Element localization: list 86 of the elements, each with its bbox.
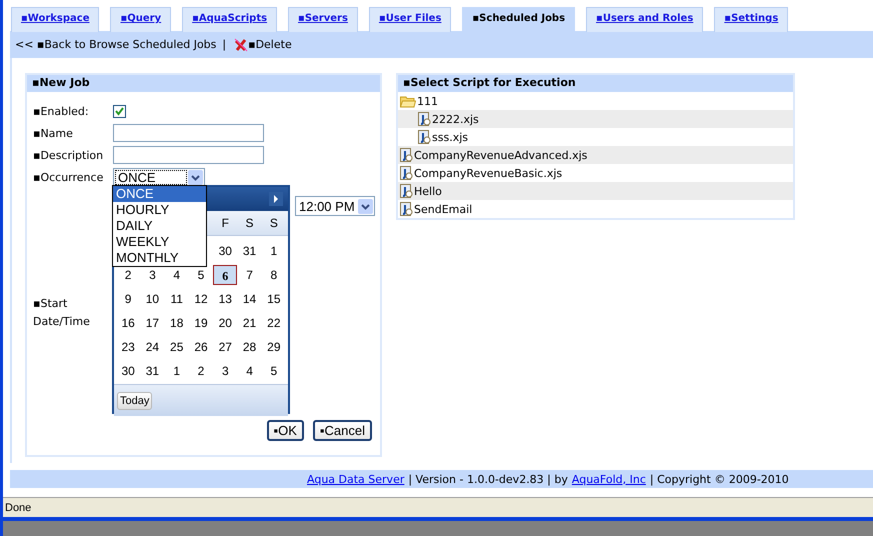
form-button[interactable]: ▪OK xyxy=(266,420,304,441)
calendar-day[interactable]: 19 xyxy=(188,316,214,330)
tree-item[interactable]: Hello xyxy=(413,184,442,198)
field-label: ▪Start Date/Time xyxy=(33,296,91,330)
calendar-day[interactable]: 31 xyxy=(237,244,262,258)
company-link[interactable]: AquaFold, Inc xyxy=(572,472,646,486)
calendar-day[interactable]: 25 xyxy=(164,340,189,354)
calendar-day[interactable]: 7 xyxy=(237,268,262,282)
calendar-day[interactable]: 5 xyxy=(262,364,286,378)
panel-title: ▪Select Script for Execution xyxy=(398,75,793,92)
tree-item[interactable]: 111 xyxy=(416,94,438,108)
version-text: | Version - 1.0.0-dev2.83 | by xyxy=(408,472,568,486)
tree-item[interactable]: 2222.xjs xyxy=(431,112,479,126)
calendar-day[interactable]: 24 xyxy=(140,340,165,354)
dropdown-option[interactable]: MONTHLY xyxy=(113,250,206,266)
calendar-day[interactable]: 9 xyxy=(116,292,140,306)
calendar-day[interactable]: 5 xyxy=(188,268,214,282)
field-label: ▪Enabled: xyxy=(33,104,90,118)
form-button[interactable]: ▪Cancel xyxy=(312,420,372,441)
calendar-day[interactable]: 30 xyxy=(116,364,140,378)
status-text: Done xyxy=(5,502,32,514)
time-select[interactable]: 12:00 PM xyxy=(295,196,375,216)
calendar-day[interactable]: 13 xyxy=(213,292,238,306)
tree-item[interactable]: SendEmail xyxy=(413,202,472,216)
calendar-day[interactable]: 17 xyxy=(140,316,165,330)
calendar-day[interactable]: 30 xyxy=(213,244,238,258)
separator: | xyxy=(222,38,226,51)
tree-item[interactable]: sss.xjs xyxy=(431,130,468,144)
calendar-day[interactable]: 4 xyxy=(164,268,189,282)
calendar-day[interactable]: 21 xyxy=(237,316,262,330)
calendar-day[interactable]: 11 xyxy=(164,292,189,306)
calendar-day[interactable]: 16 xyxy=(116,316,140,330)
calendar-day[interactable]: 28 xyxy=(237,340,262,354)
nav-tab[interactable]: ▪Settings xyxy=(714,7,788,32)
calendar-day[interactable]: 14 xyxy=(237,292,262,306)
weekday-header: S xyxy=(244,216,255,230)
calendar-day[interactable]: 12 xyxy=(188,292,214,306)
product-link[interactable]: Aqua Data Server xyxy=(307,472,404,486)
calendar-day[interactable]: 23 xyxy=(116,340,140,354)
weekday-header: S xyxy=(268,216,279,230)
calendar-day[interactable]: 20 xyxy=(213,316,238,330)
delete-icon xyxy=(234,38,248,52)
dropdown-option[interactable]: WEEKLY xyxy=(113,234,206,250)
calendar-day[interactable]: 29 xyxy=(262,340,286,354)
calendar-day[interactable]: 31 xyxy=(140,364,165,378)
nav-tab[interactable]: ▪User Files xyxy=(368,7,452,32)
folder-icon xyxy=(400,94,416,108)
dropdown-option[interactable]: DAILY xyxy=(113,218,206,234)
calendar-day[interactable]: 26 xyxy=(188,340,214,354)
calendar-day[interactable]: 15 xyxy=(262,292,286,306)
nav-tab[interactable]: ▪AquaScripts xyxy=(182,7,278,32)
back-link[interactable]: << ▪Back to Browse Scheduled Jobs xyxy=(15,38,216,51)
description-input[interactable] xyxy=(113,146,264,164)
nav-tab[interactable]: ▪Users and Roles xyxy=(586,7,704,32)
enabled-checkbox[interactable] xyxy=(113,104,126,118)
calendar-day[interactable]: 6 xyxy=(213,265,238,285)
today-button[interactable]: Today xyxy=(117,392,152,410)
dropdown-option[interactable]: ONCE xyxy=(113,186,206,202)
calendar-day[interactable]: 2 xyxy=(188,364,214,378)
calendar-day[interactable]: 22 xyxy=(262,316,286,330)
occurrence-select[interactable]: ONCE xyxy=(113,168,205,186)
calendar-day[interactable]: 18 xyxy=(164,316,189,330)
tree-item[interactable]: CompanyRevenueBasic.xjs xyxy=(413,166,562,180)
next-month-icon[interactable] xyxy=(269,192,283,206)
nav-tab[interactable]: ▪Workspace xyxy=(11,7,100,32)
nav-tab[interactable]: ▪Servers xyxy=(288,7,358,32)
calendar-day[interactable]: 1 xyxy=(164,364,189,378)
panel-title: ▪New Job xyxy=(27,75,380,92)
calendar-day[interactable]: 27 xyxy=(213,340,238,354)
calendar-day[interactable]: 3 xyxy=(140,268,165,282)
name-input[interactable] xyxy=(113,124,264,142)
weekday-header: F xyxy=(220,216,230,230)
calendar-day[interactable]: 3 xyxy=(213,364,238,378)
calendar-day[interactable]: 4 xyxy=(237,364,262,378)
nav-tab[interactable]: ▪Query xyxy=(110,7,172,32)
calendar-day[interactable]: 2 xyxy=(116,268,140,282)
field-label: ▪Description xyxy=(33,148,104,162)
copyright-text: | Copyright © 2009-2010 xyxy=(650,472,789,486)
field-label: ▪Occurrence xyxy=(33,170,104,184)
nav-tab[interactable]: ▪Scheduled Jobs xyxy=(462,7,576,32)
dropdown-option[interactable]: HOURLY xyxy=(113,202,206,218)
delete-link[interactable]: ▪Delete xyxy=(248,38,292,51)
calendar-day[interactable]: 1 xyxy=(262,244,286,258)
calendar-day[interactable]: 8 xyxy=(262,268,286,282)
calendar-day[interactable]: 10 xyxy=(140,292,165,306)
field-label: ▪Name xyxy=(33,126,74,140)
